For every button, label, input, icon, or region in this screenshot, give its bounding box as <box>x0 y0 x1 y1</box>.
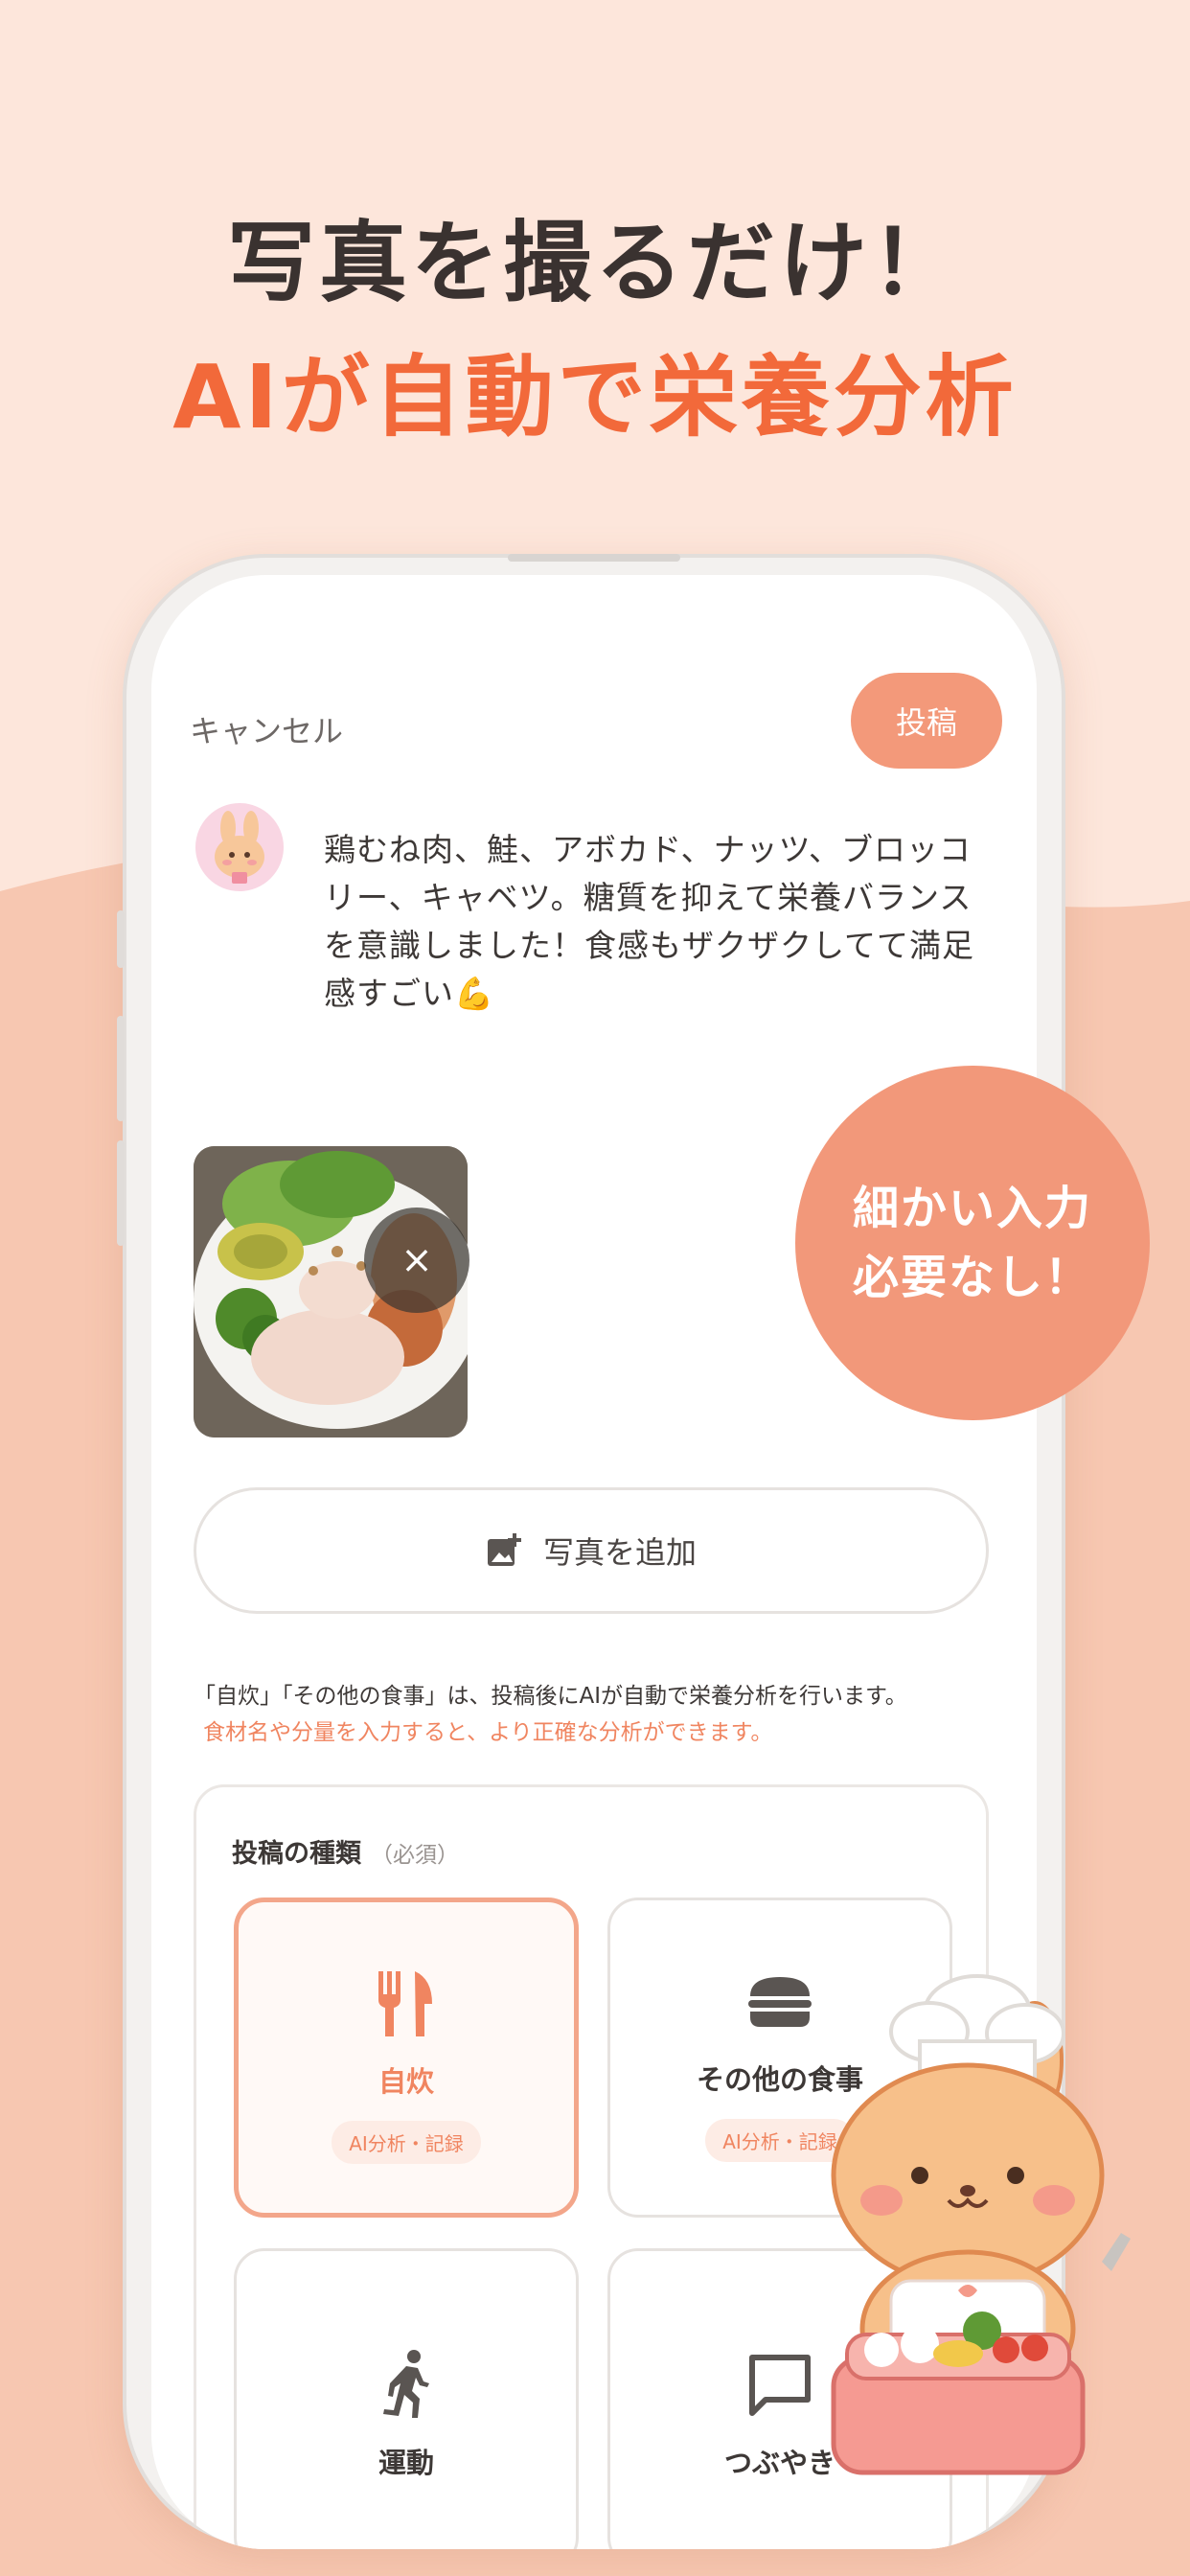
add-photo-label: 写真を追加 <box>542 1534 697 1571</box>
ai-analysis-note: 「自炊」「その他の食事」は、投稿後にAIが自動で栄養分析を行います。 <box>194 1684 907 1709</box>
post-type-option-cooking[interactable]: 自炊 AI分析・記録 <box>234 1898 579 2218</box>
post-type-title: 投稿の種類 <box>232 1839 361 1869</box>
chef-bunny-mascot <box>831 1974 1131 2475</box>
add-photo-button[interactable]: 写真を追加 <box>194 1487 989 1614</box>
post-text[interactable]: 鶏むね肉、鮭、アボカド、ナッツ、ブロッコリー、キャベツ。糖質を抑えて栄養バランス… <box>324 826 995 1018</box>
ai-accuracy-note: 食材名や分量を入力すると、より正確な分析ができます。 <box>203 1720 773 1745</box>
speech-bubble-icon <box>746 2347 813 2424</box>
headline-line1: 写真を撮るだけ！ <box>226 212 963 314</box>
post-type-label: 投稿の種類 （必須） <box>232 1832 459 1870</box>
post-type-option-exercise[interactable]: 運動 <box>234 2248 579 2549</box>
promo-badge: 細かい入力 必要なし！ <box>795 1066 1150 1420</box>
option-label: 運動 <box>378 2447 434 2479</box>
headline-line2: AIが自動で栄養分析 <box>172 346 1018 448</box>
phone-side-button <box>117 1140 125 1246</box>
remove-photo-button[interactable]: × <box>364 1208 469 1313</box>
avatar <box>195 803 284 891</box>
post-button[interactable]: 投稿 <box>851 673 1002 769</box>
required-mark: （必須） <box>371 1843 459 1868</box>
running-icon <box>379 2347 433 2424</box>
burger-icon <box>746 1964 813 2040</box>
option-label: 自炊 <box>378 2065 434 2098</box>
fork-knife-icon <box>373 1966 440 2042</box>
option-tag: AI分析・記録 <box>332 2121 481 2164</box>
add-image-icon <box>487 1533 521 1566</box>
bunny-avatar-icon <box>215 811 264 884</box>
badge-line2: 必要なし！ <box>852 1251 1092 1304</box>
phone-side-button <box>117 1016 125 1121</box>
cancel-button[interactable]: キャンセル <box>190 707 343 751</box>
badge-line1: 細かい入力 <box>852 1182 1092 1235</box>
phone-speaker <box>508 554 680 562</box>
phone-side-button <box>117 910 125 968</box>
